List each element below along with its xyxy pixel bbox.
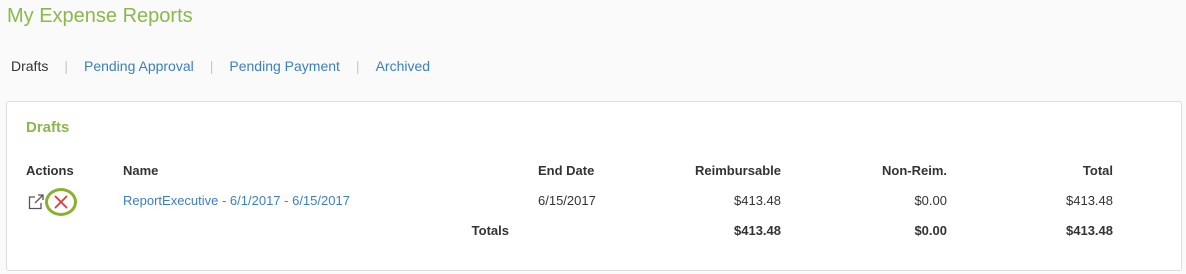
page-title: My Expense Reports	[7, 5, 193, 27]
column-header-name[interactable]: Name	[123, 163, 158, 178]
tab-divider: |	[64, 58, 68, 74]
tab-divider: |	[209, 58, 214, 74]
column-header-end-date[interactable]: End Date	[538, 163, 594, 178]
column-header-actions: Actions	[26, 163, 74, 178]
column-header-non-reim[interactable]: Non-Reim.	[882, 163, 947, 178]
totals-total: $413.48	[1066, 223, 1113, 238]
report-name-link[interactable]: ReportExecutive - 6/1/2017 - 6/15/2017	[123, 193, 350, 208]
column-header-reimbursable[interactable]: Reimbursable	[695, 163, 781, 178]
edit-icon[interactable]	[27, 193, 45, 211]
tab-archived[interactable]: Archived	[376, 58, 430, 74]
tab-pending-approval[interactable]: Pending Approval	[84, 58, 194, 74]
total-cell: $413.48	[1066, 193, 1113, 208]
delete-icon[interactable]	[53, 194, 69, 210]
totals-label: Totals	[471, 223, 509, 238]
tab-bar: Drafts | Pending Approval | Pending Paym…	[11, 58, 430, 74]
drafts-panel: Drafts Actions Name End Date Reimbursabl…	[6, 101, 1182, 271]
non-reim-cell: $0.00	[914, 193, 947, 208]
tab-divider: |	[355, 58, 360, 74]
end-date-cell: 6/15/2017	[538, 193, 596, 208]
tab-drafts[interactable]: Drafts	[11, 58, 48, 74]
totals-non-reim: $0.00	[914, 223, 947, 238]
drafts-panel-title: Drafts	[26, 119, 70, 136]
tab-pending-payment[interactable]: Pending Payment	[229, 58, 340, 74]
column-header-total[interactable]: Total	[1083, 163, 1113, 178]
totals-reimbursable: $413.48	[734, 223, 781, 238]
reimbursable-cell: $413.48	[734, 193, 781, 208]
